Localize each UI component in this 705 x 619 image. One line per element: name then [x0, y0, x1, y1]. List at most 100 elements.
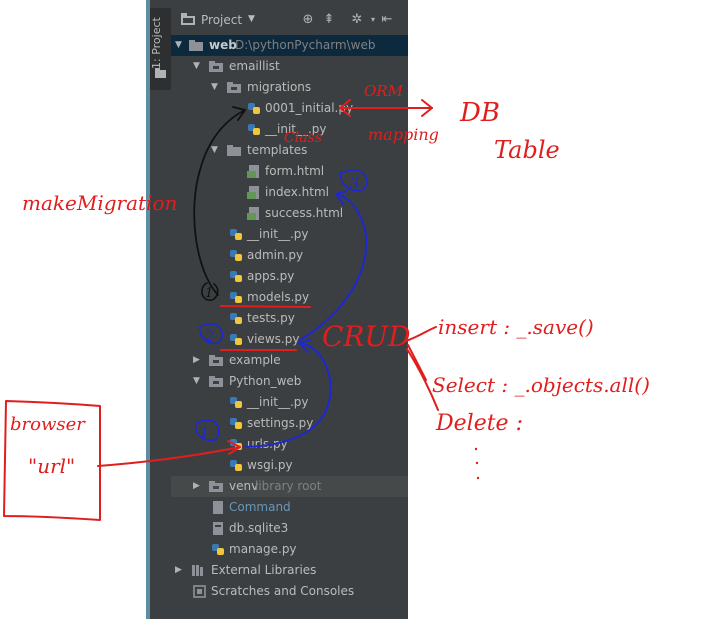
- annot-ellipsis-dot: [474, 447, 478, 451]
- tree-item-wsgi[interactable]: wsgi.py: [171, 455, 408, 476]
- python-file-icon: [230, 418, 242, 429]
- annot-table: Table: [494, 136, 560, 164]
- html-file-icon: [247, 207, 259, 220]
- tree-item-scratches[interactable]: Scratches and Consoles: [171, 581, 408, 602]
- tree-item-emaillist[interactable]: ▼ emaillist: [171, 56, 408, 77]
- tree-item-command[interactable]: Command: [171, 497, 408, 518]
- file-label: tests.py: [247, 311, 295, 325]
- python-file-icon: [248, 103, 260, 114]
- tree-item-views[interactable]: views.py: [171, 329, 408, 350]
- folder-label: emaillist: [229, 59, 280, 73]
- annot-db: DB: [459, 98, 500, 128]
- hide-icon[interactable]: ⇤: [377, 10, 397, 30]
- node-label: Scratches and Consoles: [211, 584, 355, 598]
- file-label: admin.py: [247, 248, 304, 262]
- tree-item-db-sqlite[interactable]: db.sqlite3: [171, 518, 408, 539]
- tree-item-tests[interactable]: tests.py: [171, 308, 408, 329]
- html-file-icon: [247, 165, 259, 178]
- python-file-icon: [248, 124, 260, 135]
- file-icon: [213, 501, 223, 514]
- folder-icon: [155, 68, 166, 78]
- node-label: External Libraries: [211, 563, 317, 577]
- tree-item-templates[interactable]: ▼ templates: [171, 140, 408, 161]
- tree-item-migrations-init[interactable]: __init__.py: [171, 119, 408, 140]
- file-label: views.py: [247, 332, 300, 346]
- file-label: wsgi.py: [247, 458, 293, 472]
- tree-item-python-web[interactable]: ▼ Python_web: [171, 371, 408, 392]
- collapsed-arrow-icon[interactable]: ▶: [193, 350, 200, 371]
- root-name: web: [209, 38, 237, 52]
- tree-item-web[interactable]: ▼ web D:\pythonPycharm\web: [171, 35, 408, 56]
- python-file-icon: [230, 439, 242, 450]
- folder-icon: [209, 355, 223, 366]
- expand-arrow-icon[interactable]: ▼: [193, 371, 200, 392]
- python-file-icon: [230, 334, 242, 345]
- file-label: __init__.py: [247, 227, 309, 241]
- annot-ellipsis-dot: [475, 461, 479, 465]
- file-label: Command: [229, 500, 291, 514]
- file-label: success.html: [265, 206, 344, 220]
- collapsed-arrow-icon[interactable]: ▶: [175, 560, 182, 581]
- tree-item-0001-initial[interactable]: 0001_initial.py: [171, 98, 408, 119]
- project-folder-icon: [181, 13, 195, 25]
- tree-item-success-html[interactable]: success.html: [171, 203, 408, 224]
- project-toolbar: Project ▼ ⊕ ⇞ ✲ ▾ ⇤: [171, 8, 408, 32]
- tree-item-example[interactable]: ▶ example: [171, 350, 408, 371]
- tree-item-init[interactable]: __init__.py: [171, 224, 408, 245]
- folder-icon: [227, 82, 241, 93]
- folder-label: example: [229, 353, 281, 367]
- expand-arrow-icon[interactable]: ▼: [211, 77, 218, 98]
- folder-icon: [189, 40, 203, 51]
- tree-item-admin[interactable]: admin.py: [171, 245, 408, 266]
- folder-label: venv: [229, 479, 259, 493]
- tree-item-manage[interactable]: manage.py: [171, 539, 408, 560]
- python-file-icon: [212, 544, 224, 555]
- annot-delete: Delete :: [435, 411, 523, 436]
- collapse-all-icon[interactable]: ⇞: [319, 10, 339, 30]
- folder-icon: [209, 61, 223, 72]
- file-label: form.html: [265, 164, 325, 178]
- tree-item-migrations[interactable]: ▼ migrations: [171, 77, 408, 98]
- file-label: 0001_initial.py: [265, 101, 354, 115]
- tree-item-models[interactable]: models.py: [171, 287, 408, 308]
- tree-item-apps[interactable]: apps.py: [171, 266, 408, 287]
- database-file-icon: [213, 522, 223, 535]
- annot-browser: browser: [10, 414, 86, 435]
- collapsed-arrow-icon[interactable]: ▶: [193, 476, 200, 497]
- folder-icon: [227, 145, 241, 156]
- expand-arrow-icon[interactable]: ▼: [175, 35, 182, 56]
- file-label: apps.py: [247, 269, 295, 283]
- annot-insert: insert : _.save(): [438, 315, 594, 339]
- tree-item-urls[interactable]: urls.py: [171, 434, 408, 455]
- annot-select: Select : _.objects.all(): [432, 373, 650, 397]
- chevron-down-icon[interactable]: ▼: [248, 14, 255, 24]
- folder-label: Python_web: [229, 374, 302, 388]
- library-icon: [192, 565, 203, 576]
- file-label: __init__.py: [247, 395, 309, 409]
- expand-arrow-icon[interactable]: ▼: [193, 56, 200, 77]
- scratches-icon: [193, 585, 206, 598]
- tree-item-settings[interactable]: settings.py: [171, 413, 408, 434]
- tool-window-strip: [150, 0, 172, 619]
- folder-label: migrations: [247, 80, 312, 94]
- file-label: db.sqlite3: [229, 521, 289, 535]
- file-label: __init__.py: [265, 122, 327, 136]
- file-label: settings.py: [247, 416, 314, 430]
- python-file-icon: [230, 397, 242, 408]
- file-label: manage.py: [229, 542, 297, 556]
- target-icon[interactable]: ⊕: [298, 10, 318, 30]
- root-path: D:\pythonPycharm\web: [235, 38, 376, 52]
- file-label: index.html: [265, 185, 329, 199]
- tree-item-external-libraries[interactable]: ▶ External Libraries: [171, 560, 408, 581]
- project-view-title[interactable]: Project: [201, 13, 242, 27]
- python-file-icon: [230, 229, 242, 240]
- file-label: urls.py: [247, 437, 288, 451]
- expand-arrow-icon[interactable]: ▼: [211, 140, 218, 161]
- python-file-icon: [230, 460, 242, 471]
- tree-item-venv[interactable]: ▶ venv library root: [171, 476, 408, 497]
- folder-icon: [209, 481, 223, 492]
- tree-item-form-html[interactable]: form.html: [171, 161, 408, 182]
- tree-item-index-html[interactable]: index.html: [171, 182, 408, 203]
- python-file-icon: [230, 271, 242, 282]
- tree-item-pw-init[interactable]: __init__.py: [171, 392, 408, 413]
